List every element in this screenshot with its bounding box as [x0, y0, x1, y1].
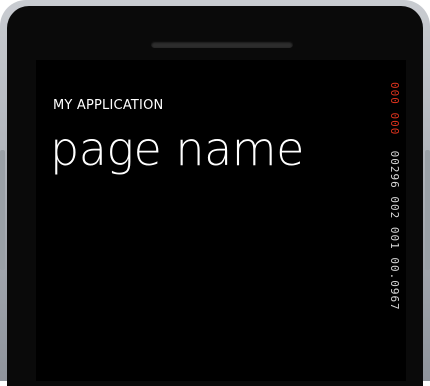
side-button-left: [0, 150, 5, 270]
page-title: page name: [50, 122, 304, 176]
frame-rate-counter-values: 000 000 00296 002 001 00.0967: [388, 82, 401, 311]
speaker-grille: [151, 41, 293, 48]
side-button-right: [425, 150, 430, 270]
counter-red-segment: 000 000: [388, 82, 401, 136]
frame-rate-counter: 000 000 00296 002 001 00.0967: [388, 82, 402, 381]
counter-gap: [388, 135, 401, 150]
application-title: MY APPLICATION: [53, 98, 164, 113]
counter-white-segment: 00296 002 001 00.0967: [388, 150, 401, 311]
phone-screen: MY APPLICATION page name 000 000 00296 0…: [36, 60, 406, 381]
